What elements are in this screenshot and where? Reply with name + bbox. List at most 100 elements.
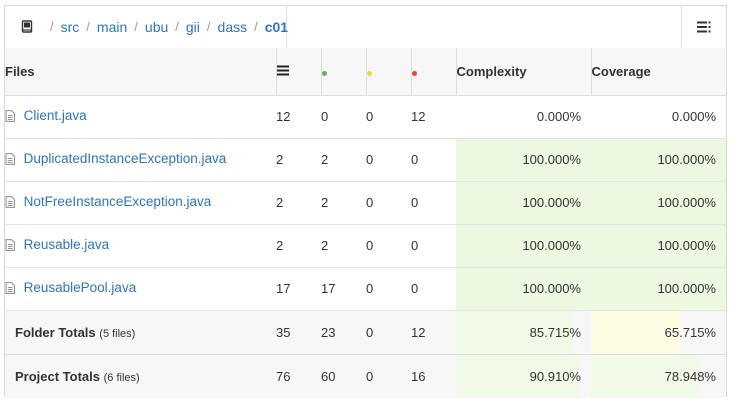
file-icon — [5, 110, 15, 125]
file-link[interactable]: DuplicatedInstanceException.java — [24, 151, 227, 166]
coverage-value: 100.000% — [657, 281, 716, 296]
bad-count: 12 — [411, 109, 426, 124]
totals-file-count: (5 files) — [99, 327, 136, 340]
list-icon — [276, 65, 289, 76]
file-icon — [5, 196, 15, 211]
file-cell: NotFreeInstanceException.java — [5, 181, 276, 224]
ok-count: 23 — [321, 324, 336, 340]
breadcrumb-bar: / src / main / ubu / gii / dass / c01 — [5, 6, 726, 49]
coverage-value: 65.715% — [664, 324, 716, 340]
total-count: 35 — [276, 324, 291, 340]
yellow-dot-icon — [366, 70, 372, 76]
total-count: 2 — [276, 238, 284, 253]
report-panel: / src / main / ubu / gii / dass / c01 Fi… — [4, 5, 727, 398]
table-row: Reusable.java 2 2 0 0 100.000% 100.000% — [5, 224, 726, 267]
total-count: 2 — [276, 152, 284, 167]
ok-count: 60 — [321, 368, 336, 384]
total-count: 2 — [276, 195, 284, 210]
breadcrumb-separator: / — [86, 19, 90, 34]
bad-count: 0 — [411, 281, 419, 296]
breadcrumb-separator: / — [50, 19, 54, 34]
breadcrumb-link-src[interactable]: src — [61, 19, 80, 35]
table-row: Client.java 12 0 0 12 0.000% 0.000% — [5, 95, 726, 138]
ok-column-header[interactable] — [321, 48, 367, 96]
warn-count: 0 — [366, 238, 374, 253]
file-link[interactable]: Reusable.java — [24, 237, 110, 252]
breadcrumb-link-dass[interactable]: dass — [218, 19, 248, 35]
total-count: 12 — [276, 109, 291, 124]
total-column-header[interactable] — [276, 48, 322, 96]
warn-column-header[interactable] — [366, 48, 412, 96]
coverage-cell: 100.000% — [591, 224, 726, 267]
table-row: ReusablePool.java 17 17 0 0 100.000% 100… — [5, 267, 726, 310]
complexity-value: 100.000% — [522, 238, 581, 253]
complexity-cell: 100.000% — [456, 267, 591, 310]
coverage-column-header[interactable]: Coverage — [591, 48, 726, 96]
coverage-cell: 78.948% — [591, 354, 726, 398]
file-icon — [5, 239, 15, 254]
breadcrumb-current[interactable]: c01 — [265, 19, 288, 35]
totals-row: Folder Totals (5 files) 35 23 0 12 85.71… — [5, 310, 726, 354]
total-count: 17 — [276, 281, 291, 296]
warn-count: 0 — [366, 195, 374, 210]
breadcrumb-separator: / — [134, 19, 138, 34]
warn-count: 0 — [366, 109, 374, 124]
warn-count: 0 — [366, 368, 374, 384]
file-link[interactable]: NotFreeInstanceException.java — [24, 194, 212, 209]
file-link[interactable]: Client.java — [24, 108, 87, 123]
file-link[interactable]: ReusablePool.java — [24, 280, 137, 295]
breadcrumb-separator: / — [206, 19, 211, 34]
files-column-header[interactable]: Files — [5, 48, 277, 96]
complexity-value: 0.000% — [536, 109, 581, 124]
totals-label: Project Totals — [15, 368, 101, 384]
list-menu-button[interactable] — [681, 6, 726, 47]
bad-column-header[interactable] — [411, 48, 457, 96]
bad-count: 16 — [411, 368, 426, 384]
files-table: Files Complexity Coverage Client.java 12… — [5, 48, 726, 398]
breadcrumb-link-gii[interactable]: gii — [186, 19, 200, 35]
complexity-value: 100.000% — [522, 195, 581, 210]
complexity-cell: 100.000% — [456, 224, 591, 267]
bad-count: 0 — [411, 152, 419, 167]
bad-count: 12 — [411, 324, 426, 340]
breadcrumb-link-main[interactable]: main — [97, 19, 127, 35]
ok-count: 17 — [321, 281, 336, 296]
ok-count: 2 — [321, 195, 329, 210]
file-icon — [5, 282, 15, 297]
warn-count: 0 — [366, 152, 374, 167]
bad-count: 0 — [411, 195, 419, 210]
warn-count: 0 — [366, 281, 374, 296]
book-icon[interactable] — [21, 19, 33, 34]
coverage-value: 100.000% — [657, 195, 716, 210]
coverage-value: 0.000% — [671, 109, 716, 124]
complexity-cell: 85.715% — [456, 310, 591, 354]
red-dot-icon — [411, 70, 417, 76]
complexity-value: 90.910% — [529, 368, 581, 384]
file-cell: Reusable.java — [5, 224, 276, 267]
complexity-cell: 0.000% — [456, 95, 591, 138]
table-row: DuplicatedInstanceException.java 2 2 0 0… — [5, 138, 726, 181]
complexity-cell: 90.910% — [456, 354, 591, 398]
complexity-column-header[interactable]: Complexity — [456, 48, 592, 96]
breadcrumb-link-ubu[interactable]: ubu — [145, 19, 168, 35]
coverage-value: 100.000% — [657, 152, 716, 167]
file-icon — [5, 153, 15, 168]
totals-label: Folder Totals — [15, 324, 96, 340]
warn-count: 0 — [366, 324, 374, 340]
ok-count: 2 — [321, 238, 329, 253]
coverage-cell: 65.715% — [591, 310, 726, 354]
totals-row: Project Totals (6 files) 76 60 0 16 90.9… — [5, 354, 726, 398]
green-dot-icon — [321, 70, 327, 76]
coverage-cell: 100.000% — [591, 138, 726, 181]
file-cell: DuplicatedInstanceException.java — [5, 138, 276, 181]
table-header-row: Files Complexity Coverage — [5, 48, 726, 96]
ok-count: 0 — [321, 109, 329, 124]
bad-count: 0 — [411, 238, 419, 253]
breadcrumb: / src / main / ubu / gii / dass / c01 — [5, 6, 288, 47]
total-count: 76 — [276, 368, 291, 384]
table-row: NotFreeInstanceException.java 2 2 0 0 10… — [5, 181, 726, 224]
breadcrumb-separator: / — [254, 19, 258, 34]
coverage-value: 100.000% — [657, 238, 716, 253]
complexity-value: 100.000% — [522, 281, 581, 296]
file-cell: Client.java — [5, 95, 276, 138]
